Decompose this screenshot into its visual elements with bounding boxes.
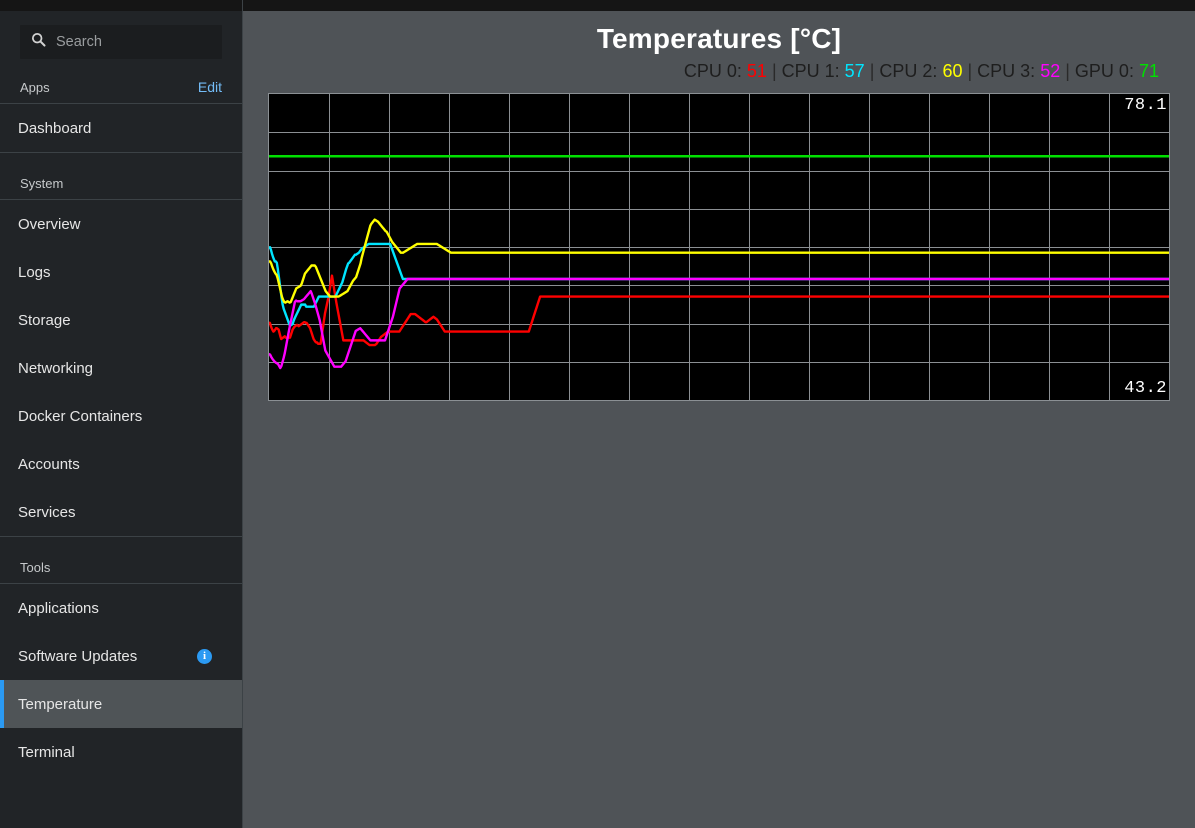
search-box[interactable] bbox=[20, 25, 243, 59]
search-container bbox=[0, 11, 243, 71]
sidebar-item-software-updates[interactable]: Software Updates i bbox=[0, 632, 242, 680]
legend-label-cpu0: CPU 0: bbox=[683, 61, 742, 81]
sidebar-item-label: Storage bbox=[18, 311, 71, 329]
legend-label-cpu2: CPU 2: bbox=[879, 61, 938, 81]
legend-separator: | bbox=[771, 61, 777, 81]
sidebar-item-label: Software Updates bbox=[18, 647, 138, 665]
info-icon: i bbox=[197, 648, 212, 664]
sidebar-item-label: Services bbox=[18, 503, 76, 521]
section-title-apps: Apps bbox=[20, 79, 50, 95]
page-title: Temperatures [°C] bbox=[596, 23, 842, 54]
sidebar: Apps Edit Dashboard System Overview Logs… bbox=[0, 0, 243, 828]
y-axis-min-label: 43.2 bbox=[1124, 379, 1167, 398]
legend-label-gpu0: GPU 0: bbox=[1074, 61, 1134, 81]
sidebar-item-label: Terminal bbox=[18, 743, 75, 761]
sidebar-item-label: Overview bbox=[18, 215, 81, 233]
legend-value-gpu0: 71 bbox=[1138, 61, 1159, 81]
search-input[interactable] bbox=[56, 34, 243, 50]
legend-item-cpu2: CPU 2: 60 bbox=[879, 61, 962, 81]
legend-item-cpu3: CPU 3: 52 bbox=[977, 61, 1060, 81]
nav-group-apps: Dashboard bbox=[0, 103, 242, 153]
sidebar-item-logs[interactable]: Logs bbox=[0, 248, 242, 296]
sidebar-item-label: Temperature bbox=[18, 695, 103, 713]
top-bar bbox=[243, 0, 1195, 11]
legend-label-cpu3: CPU 3: bbox=[977, 61, 1036, 81]
main-content: Temperatures [°C] CPU 0: 51 | CPU 1: 57 | CP… bbox=[243, 11, 1195, 828]
sidebar-item-networking[interactable]: Networking bbox=[0, 344, 242, 392]
nav-group-tools: Applications Software Updates i Temperat… bbox=[0, 583, 242, 776]
legend-value-cpu2: 60 bbox=[942, 61, 963, 81]
sidebar-item-label: Logs bbox=[18, 263, 51, 281]
legend-item-cpu1: CPU 1: 57 bbox=[782, 61, 865, 81]
sidebar-item-accounts[interactable]: Accounts bbox=[0, 440, 242, 488]
series-cpu-0 bbox=[269, 274, 1169, 347]
sidebar-item-applications[interactable]: Applications bbox=[0, 584, 242, 632]
chart-canvas bbox=[269, 94, 1169, 400]
legend-separator: | bbox=[869, 61, 875, 81]
sidebar-item-label: Docker Containers bbox=[18, 407, 143, 425]
sidebar-item-label: Applications bbox=[18, 599, 99, 617]
y-axis-max-label: 78.1 bbox=[1124, 96, 1167, 115]
temperature-legend: CPU 0: 51 | CPU 1: 57 | CPU 2: 60 | CPU 3: 52 |… bbox=[243, 55, 1195, 82]
legend-item-gpu0: GPU 0: 71 bbox=[1075, 61, 1159, 81]
sidebar-item-label: Accounts bbox=[18, 455, 80, 473]
sidebar-item-storage[interactable]: Storage bbox=[0, 296, 242, 344]
section-header-system: System bbox=[0, 167, 242, 199]
sidebar-item-dashboard[interactable]: Dashboard bbox=[0, 104, 242, 152]
section-header-tools: Tools bbox=[0, 551, 242, 583]
series-cpu-2 bbox=[269, 218, 1169, 304]
sidebar-item-services[interactable]: Services bbox=[0, 488, 242, 536]
sidebar-item-temperature[interactable]: Temperature bbox=[0, 680, 242, 728]
sidebar-item-terminal[interactable]: Terminal bbox=[0, 728, 242, 776]
app-root: Apps Edit Dashboard System Overview Logs… bbox=[0, 0, 1195, 828]
legend-label-cpu1: CPU 1: bbox=[781, 61, 840, 81]
legend-separator: | bbox=[1065, 61, 1070, 81]
sidebar-item-docker-containers[interactable]: Docker Containers bbox=[0, 392, 242, 440]
sidebar-item-overview[interactable]: Overview bbox=[0, 200, 242, 248]
section-title-tools: Tools bbox=[20, 559, 51, 575]
legend-item-cpu0: CPU 0: 51 bbox=[684, 61, 767, 81]
temperature-chart[interactable]: 78.1 43.2 bbox=[268, 93, 1170, 401]
sidebar-item-label: Dashboard bbox=[18, 119, 92, 137]
section-title-system: System bbox=[20, 175, 64, 191]
legend-value-cpu0: 51 bbox=[746, 61, 767, 81]
legend-separator: | bbox=[967, 61, 973, 81]
sidebar-top-strip bbox=[0, 0, 242, 11]
search-icon bbox=[31, 32, 46, 52]
nav-group-system: Overview Logs Storage Networking Docker … bbox=[0, 199, 242, 537]
apps-edit-link[interactable]: Edit bbox=[198, 79, 222, 95]
legend-value-cpu3: 52 bbox=[1040, 61, 1061, 81]
legend-value-cpu1: 57 bbox=[844, 61, 865, 81]
sidebar-item-label: Networking bbox=[18, 359, 94, 377]
section-header-apps: Apps Edit bbox=[0, 71, 242, 103]
